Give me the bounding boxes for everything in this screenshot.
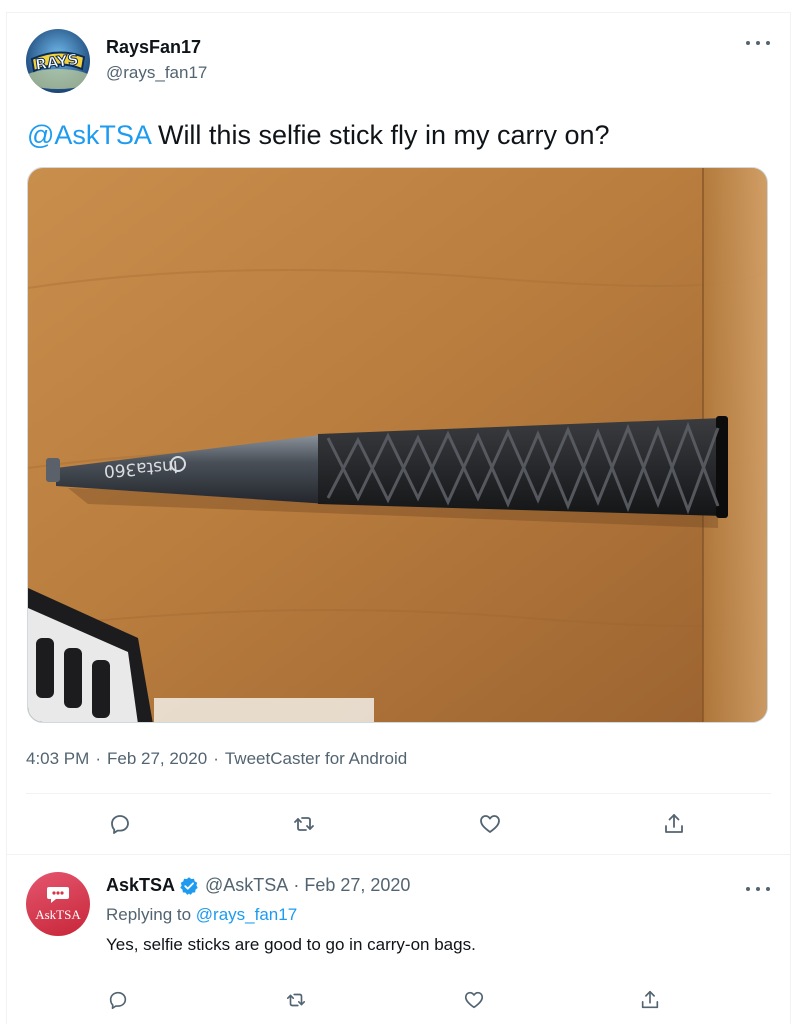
tweet-photo[interactable]: Insta360: [27, 167, 768, 723]
tweet-meta: 4:03 PM · Feb 27, 2020 · TweetCaster for And…: [26, 749, 407, 769]
avatar[interactable]: AskTSA: [26, 872, 90, 936]
like-button[interactable]: [475, 809, 505, 839]
main-tweet[interactable]: RAYS RaysFan17 @rays_fan17 @AskTSA Will …: [7, 13, 790, 855]
tweet-actions: [7, 809, 790, 839]
share-button[interactable]: [635, 985, 665, 1015]
like-button[interactable]: [459, 985, 489, 1015]
user-handle[interactable]: @rays_fan17: [106, 63, 207, 83]
share-icon: [665, 814, 683, 833]
more-options-icon[interactable]: [746, 879, 770, 899]
verified-badge-icon: [179, 876, 199, 896]
reply-button[interactable]: [103, 985, 133, 1015]
reply-icon: [109, 991, 127, 1010]
replying-to: Replying to @rays_fan17: [106, 905, 297, 925]
reply-date[interactable]: Feb 27, 2020: [304, 875, 410, 896]
heart-icon: [464, 991, 484, 1009]
tweet-thread: RAYS RaysFan17 @rays_fan17 @AskTSA Will …: [6, 12, 791, 1024]
tweet-time[interactable]: 4:03 PM: [26, 749, 89, 768]
replying-to-label: Replying to: [106, 905, 196, 924]
retweet-button[interactable]: [281, 985, 311, 1015]
mention-link[interactable]: @rays_fan17: [196, 905, 297, 924]
tweet-text: @AskTSA Will this selfie stick fly in my…: [27, 117, 610, 153]
meta-separator: ·: [95, 749, 101, 768]
reply-icon: [111, 815, 129, 834]
mention-link[interactable]: @AskTSA: [27, 120, 150, 150]
user-handle[interactable]: @AskTSA: [205, 875, 288, 896]
tweet-date[interactable]: Feb 27, 2020: [107, 749, 207, 768]
heart-icon: [480, 815, 500, 833]
reply-button[interactable]: [105, 809, 135, 839]
rays-logo-icon: RAYS: [26, 29, 90, 93]
reply-tweet[interactable]: AskTSA AskTSA @AskTSA · Feb 27, 2020 Rep…: [7, 855, 790, 1024]
tweet-source[interactable]: TweetCaster for Android: [225, 749, 407, 768]
more-options-icon[interactable]: [746, 33, 770, 53]
retweet-button[interactable]: [289, 809, 319, 839]
chat-bubble-icon: [47, 887, 69, 903]
reply-actions: [7, 985, 790, 1015]
retweet-icon: [294, 817, 314, 831]
meta-separator: ·: [293, 875, 300, 895]
retweet-icon: [286, 993, 306, 1007]
share-icon: [641, 990, 659, 1009]
display-name[interactable]: RaysFan17: [106, 37, 201, 58]
avatar-label: AskTSA: [35, 907, 81, 922]
display-name[interactable]: AskTSA: [106, 875, 175, 896]
tweet-body: Will this selfie stick fly in my carry o…: [150, 120, 610, 150]
reply-header: AskTSA @AskTSA · Feb 27, 2020: [106, 875, 410, 896]
divider: [26, 793, 771, 794]
reply-text: Yes, selfie sticks are good to go in car…: [106, 935, 476, 954]
share-button[interactable]: [659, 809, 689, 839]
meta-separator: ·: [213, 749, 219, 768]
avatar[interactable]: RAYS: [26, 29, 90, 93]
selfie-stick-photo: Insta360: [28, 168, 767, 722]
